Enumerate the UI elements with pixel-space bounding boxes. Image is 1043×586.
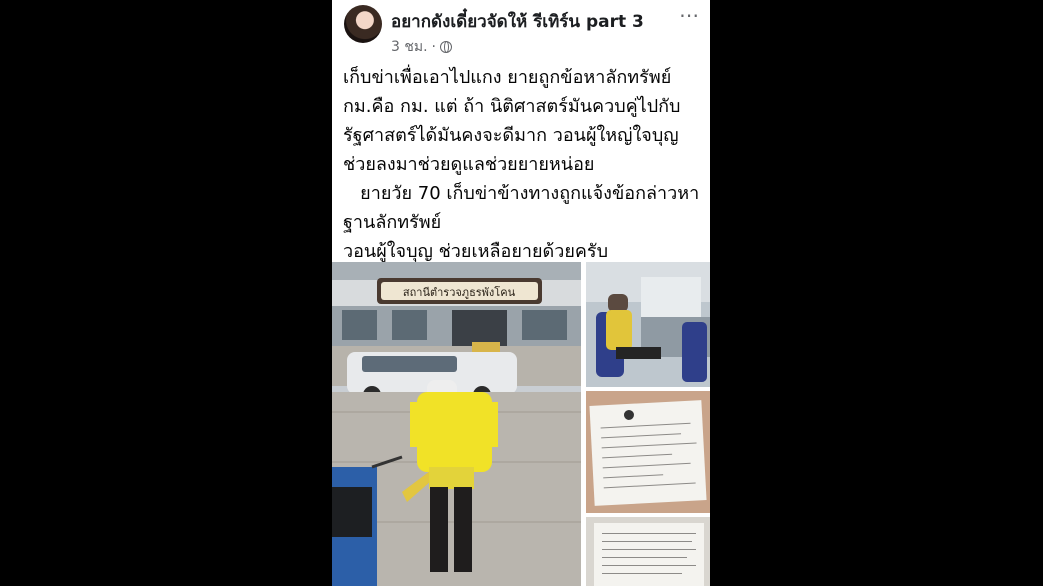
document-line [602, 533, 696, 534]
post-line: เก็บข่าเพื่อเอาไปแกง ยายถูกข้อหาลักทรัพย… [343, 67, 672, 88]
post-line: รัฐศาสตร์ได้มันคงจะดีมาก วอนผู้ใหญ่ใจบุญ [343, 125, 679, 146]
photo-seated-woman[interactable] [586, 262, 710, 387]
facebook-post: อยากดังเดี๋ยวจัดให้ รีเทิร์น part 3 3 ชม… [332, 0, 710, 586]
post-meta: 3 ชม. · [391, 36, 452, 58]
avatar[interactable] [344, 5, 382, 43]
more-options-icon[interactable]: ⋯ [679, 3, 700, 27]
station-sign-text: สถานีตำรวจภูธรพังโคน [403, 285, 516, 299]
document-line [602, 557, 687, 558]
photo-document-2[interactable] [586, 517, 710, 586]
document-sheet [589, 400, 707, 506]
author-name[interactable]: อยากดังเดี๋ยวจัดให้ รีเทิร์น part 3 [391, 8, 644, 35]
document-line [602, 549, 696, 550]
document-line [602, 573, 682, 574]
photo-seated-woman-art [586, 262, 710, 387]
document-line [601, 433, 682, 439]
document-line [602, 462, 691, 469]
document-line [602, 453, 673, 459]
document-line [600, 422, 691, 429]
post-line: กม.คือ กม. แต่ ถ้า นิติศาสตร์มันควบคู่ไป… [343, 96, 681, 117]
meta-separator: · [431, 39, 436, 55]
document-sheet [594, 523, 704, 586]
post-line: ฐานลักทรัพย์ [343, 212, 442, 233]
globe-icon[interactable] [440, 41, 452, 53]
garuda-emblem-icon [623, 409, 635, 421]
post-header: อยากดังเดี๋ยวจัดให้ รีเทิร์น part 3 3 ชม… [332, 0, 710, 60]
document-line [603, 474, 664, 479]
document-line [602, 541, 692, 542]
photo-police-station-art: สถานีตำรวจภูธรพังโคน [332, 262, 581, 586]
document-line [603, 482, 696, 489]
post-time[interactable]: 3 ชม. [391, 36, 428, 58]
post-line: ช่วยลงมาช่วยดูแลช่วยยายหน่อย [343, 154, 595, 175]
photo-grid: สถานีตำรวจภูธรพังโคน [332, 262, 710, 586]
photo-document-1[interactable] [586, 391, 710, 513]
document-line [601, 442, 697, 449]
photo-police-station[interactable]: สถานีตำรวจภูธรพังโคน [332, 262, 581, 586]
document-line [602, 565, 696, 566]
post-line: ยายวัย 70 เก็บข่าข้างทางถูกแจ้งข้อกล่าวห… [343, 183, 700, 204]
post-text: เก็บข่าเพื่อเอาไปแกง ยายถูกข้อหาลักทรัพย… [343, 63, 703, 266]
